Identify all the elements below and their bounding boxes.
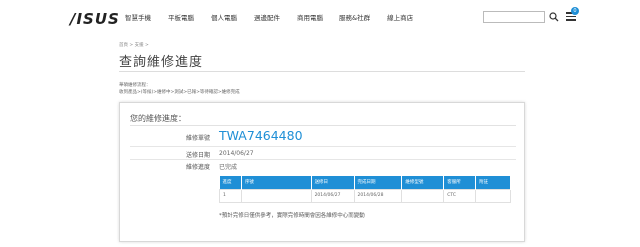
- table-header: 完成日期: [354, 176, 403, 189]
- status-value: 已完成: [219, 164, 238, 171]
- table-header: 送修日: [311, 176, 355, 189]
- table-cell: [475, 188, 511, 203]
- divider: [119, 71, 525, 72]
- table-header: 附註: [475, 176, 511, 189]
- divider: [130, 159, 516, 160]
- search-icon[interactable]: [549, 11, 559, 23]
- page-title: 查詢維修進度: [119, 55, 204, 70]
- table-cell: 2014/06/27: [310, 188, 355, 203]
- table-cell: [401, 188, 445, 203]
- table-header: 維修型號: [401, 176, 445, 189]
- table-cell: 1: [219, 188, 242, 203]
- ticket-number: TWA7464480: [219, 128, 303, 143]
- estimate-note: *預計完修日僅供參考，實際完修時間會因各維修中心而變動: [219, 213, 365, 219]
- ticket-label: 維修單號: [185, 135, 210, 142]
- cart-count-badge: 0: [571, 7, 579, 15]
- table-cell: CTC: [443, 188, 477, 203]
- table-header: 客服所: [443, 176, 477, 189]
- asus-logo[interactable]: /ISUS: [70, 10, 120, 28]
- main-nav: 智慧手機 平板電腦 個人電腦 週邊配件 商用電腦 服務&社群 線上商店: [125, 12, 413, 22]
- nav-item-pcs[interactable]: 個人電腦: [211, 12, 237, 22]
- nav-item-accessories[interactable]: 週邊配件: [254, 12, 280, 22]
- nav-item-store[interactable]: 線上商店: [387, 12, 413, 22]
- table-header: 進度: [219, 176, 242, 189]
- progress-table: 進度 序號 送修日 完成日期 維修型號 客服所 附註 1 2014/06/27 …: [219, 176, 511, 203]
- status-label: 維修進度: [185, 164, 210, 171]
- panel-title: 您的維修進度：: [130, 114, 186, 123]
- process-steps: 收到產品>(等候)>維修中>測試>已報>等待確認>維修完成: [119, 90, 240, 95]
- nav-item-tablets[interactable]: 平板電腦: [168, 12, 194, 22]
- divider: [130, 125, 516, 126]
- search-input[interactable]: [483, 11, 545, 23]
- site-header: /ISUS 智慧手機 平板電腦 個人電腦 週邊配件 商用電腦 服務&社群 線上商…: [0, 0, 640, 34]
- nav-item-commercial[interactable]: 商用電腦: [297, 12, 323, 22]
- nav-item-phones[interactable]: 智慧手機: [125, 12, 151, 22]
- repair-progress-panel: 您的維修進度： 維修單號 TWA7464480 送修日期 2014/06/27 …: [119, 102, 525, 242]
- date-label: 送修日期: [185, 152, 210, 159]
- nav-item-service[interactable]: 服務&社群: [339, 12, 370, 22]
- table-cell: [240, 188, 312, 203]
- breadcrumb[interactable]: 首頁 > 支援 >: [119, 42, 149, 48]
- divider: [130, 146, 516, 147]
- table-header: 序號: [241, 176, 312, 189]
- table-cell: 2014/06/28: [353, 188, 403, 203]
- table-row: 1 2014/06/27 2014/06/28 CTC: [219, 188, 511, 203]
- date-value: 2014/06/27: [219, 150, 254, 157]
- table-header-row: 進度 序號 送修日 完成日期 維修型號 客服所 附註: [219, 176, 511, 189]
- process-label: 華碩維修流程：: [119, 83, 151, 88]
